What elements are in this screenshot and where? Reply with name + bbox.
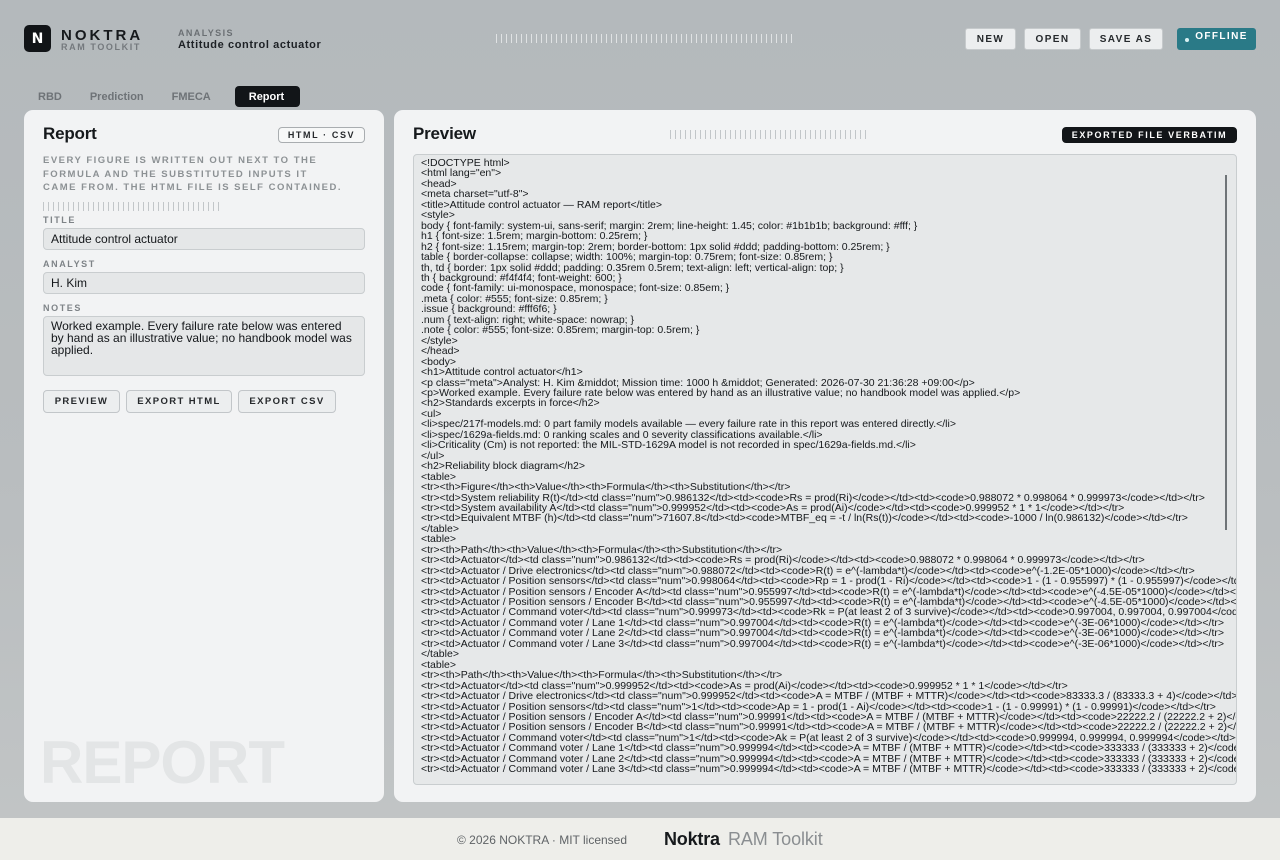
brand-subtitle: RAM TOOLKIT [61,42,141,52]
footer-copyright: © 2026 NOKTRA · MIT licensed [457,833,628,847]
report-title: Report [43,124,97,143]
save-as-button[interactable]: SAVE AS [1089,28,1163,50]
analyst-field-label: ANALYST [43,259,96,269]
preview-source-text: <!DOCTYPE html> <html lang="en"> <head> … [421,157,1237,776]
header-hatch-decoration [496,34,796,43]
offline-status-label: OFFLINE [1195,31,1248,42]
new-button[interactable]: NEW [965,28,1016,50]
notes-field[interactable]: Worked example. Every failure rate below… [43,316,365,376]
tab-report[interactable]: Report [234,86,301,107]
preview-scrollbar[interactable] [1225,175,1227,530]
analyst-field[interactable]: H. Kim [43,272,365,294]
footer-brand-name: Noktra [664,829,720,849]
footer-brand-product: RAM Toolkit [728,829,823,849]
report-watermark: REPORT [40,729,285,796]
app-footer: © 2026 NOKTRA · MIT licensed Noktra RAM … [0,818,1280,860]
logo-mark: N [24,25,51,52]
app-header: N NOKTRA RAM TOOLKIT ANALYSIS Attitude c… [0,0,1280,80]
tab-prediction[interactable]: Prediction [76,86,158,107]
preview-hatch-decoration [670,130,870,139]
preview-panel: Preview EXPORTED FILE VERBATIM <!DOCTYPE… [394,110,1256,802]
status-dot-icon [1185,38,1190,42]
exported-verbatim-badge: EXPORTED FILE VERBATIM [1062,127,1237,143]
export-html-button[interactable]: EXPORT HTML [126,390,232,413]
offline-status-badge: OFFLINE [1177,28,1256,50]
notes-field-label: NOTES [43,303,83,313]
tab-fmeca[interactable]: FMECA [158,86,225,107]
preview-button[interactable]: PREVIEW [43,390,120,413]
main-tabs: RBD Prediction FMECA Report [24,86,301,107]
report-intro: EVERY FIGURE IS WRITTEN OUT NEXT TO THE … [43,155,343,193]
report-panel: Report HTML · CSV EVERY FIGURE IS WRITTE… [24,110,384,802]
open-button[interactable]: OPEN [1024,28,1081,50]
report-hatch-decoration [43,202,221,211]
preview-source-view[interactable]: <!DOCTYPE html> <html lang="en"> <head> … [413,154,1237,785]
analysis-label: ANALYSIS [178,28,234,38]
preview-title: Preview [413,124,476,143]
title-field[interactable]: Attitude control actuator [43,228,365,250]
title-field-label: TITLE [43,215,76,225]
tab-rbd[interactable]: RBD [24,86,76,107]
format-chip: HTML · CSV [278,127,365,143]
analysis-name: Attitude control actuator [178,39,322,51]
export-csv-button[interactable]: EXPORT CSV [238,390,336,413]
